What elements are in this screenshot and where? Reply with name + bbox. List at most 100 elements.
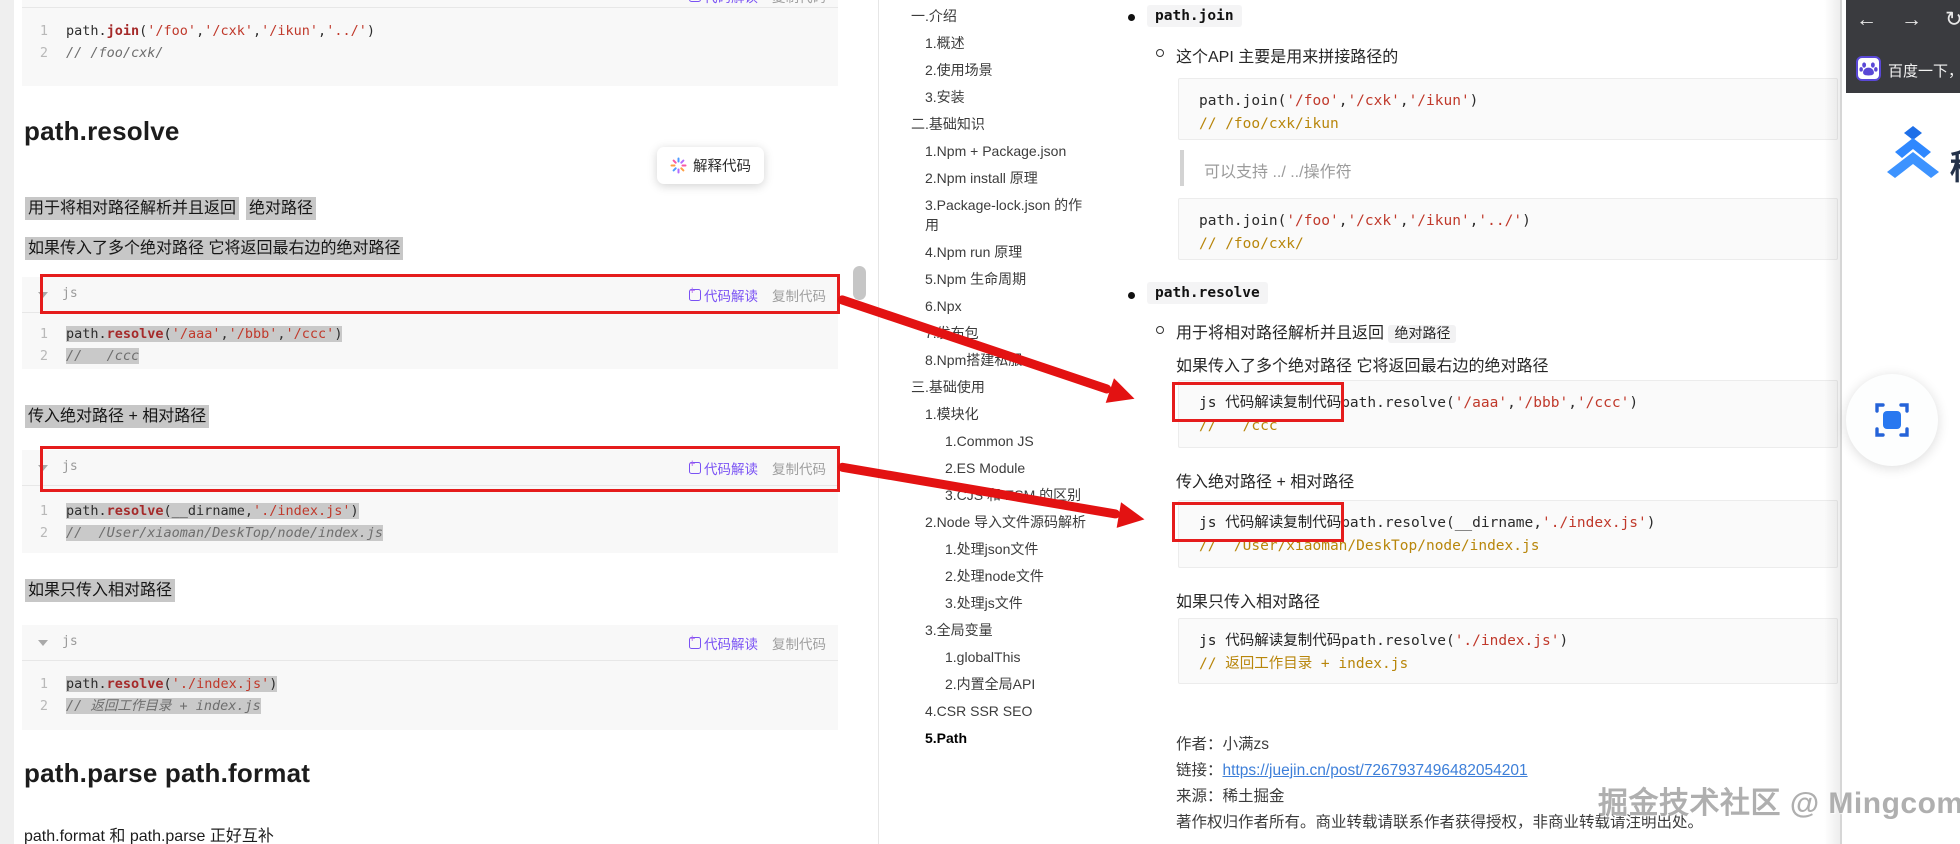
toc-item[interactable]: 1.模块化: [911, 404, 1091, 424]
juejin-post-link[interactable]: https://juejin.cn/post/72679374964820542…: [1223, 762, 1528, 779]
code-block-path-join: 代码解读 复制代码 1path.join('/foo','/cxk','/iku…: [22, 0, 838, 86]
code-lines: 1 path.join('/foo','/cxk','/ikun','../') 2…: [39, 23, 375, 61]
explain-code-tooltip[interactable]: 解释代码: [657, 147, 764, 184]
right-code-resolve-2: js 代码解读复制代码path.resolve(__dirname,'./ind…: [1178, 500, 1838, 568]
explain-code-button[interactable]: 代码解读: [689, 633, 758, 653]
toc-item[interactable]: 3.Package-lock.json 的作用: [911, 195, 1091, 235]
sparkle-icon: [670, 157, 687, 174]
code-lines: js 代码解读复制代码path.resolve('/aaa','/bbb','/…: [1199, 395, 1639, 434]
toc-item[interactable]: 4.Npm run 原理: [911, 242, 1091, 262]
collapse-caret-icon[interactable]: [38, 640, 48, 646]
inline-code-pill: 绝对路径: [1388, 325, 1457, 343]
copy-code-button[interactable]: 复制代码: [772, 633, 826, 653]
copy-code-button[interactable]: 复制代码: [772, 0, 826, 6]
toc-item[interactable]: 3.处理js文件: [911, 593, 1091, 613]
right-title-path-resolve: path.resolve: [1147, 282, 1268, 304]
sub-bullet-icon: [1156, 326, 1164, 334]
code-lines: path.join('/foo','/cxk','/ikun','../')//…: [1199, 213, 1531, 252]
copy-code-button[interactable]: 复制代码: [772, 285, 826, 305]
highlighted-text: 用于将相对路径解析并且返回: [25, 197, 240, 220]
toc-item[interactable]: 6.Npx: [911, 296, 1091, 316]
explain-code-button[interactable]: 代码解读: [689, 458, 758, 478]
code-block-toolbar: js 代码解读 复制代码: [22, 450, 838, 486]
right-code-join-2: path.join('/foo','/cxk','/ikun','../')//…: [1178, 198, 1838, 260]
code-block-toolbar: js 代码解读 复制代码: [22, 625, 838, 661]
collapse-caret-icon[interactable]: [38, 292, 48, 298]
toc-item[interactable]: 一.介绍: [911, 6, 1091, 26]
toc-list: 一.介绍 1.概述 2.使用场景 3.安装二.基础知识 1.Npm + Package.…: [911, 6, 1091, 755]
scan-icon: [1875, 403, 1909, 437]
toc-item[interactable]: 3.全局变量: [911, 620, 1091, 640]
toc-item[interactable]: 3.安装: [911, 87, 1091, 107]
para-abs-plus-rel: 传入绝对路径 + 相对路径: [25, 402, 210, 428]
code-lang-label: js: [62, 459, 78, 474]
para-resolve-desc: 用于将相对路径解析并且返回 绝对路径: [25, 194, 317, 220]
code-lang-label: js: [62, 286, 78, 301]
blockquote-text: 可以支持 ../ ../操作符: [1204, 164, 1352, 181]
tooltip-label: 解释代码: [693, 159, 751, 175]
heading-path-parse-format: path.parse path.format: [24, 758, 311, 788]
code-block-resolve-abs: js 代码解读 复制代码 1path.resolve('/aaa','/bbb'…: [22, 277, 838, 369]
watermark: 掘金技术社区 @ Mingcomity: [1598, 787, 1960, 820]
toc-item[interactable]: 二.基础知识: [911, 114, 1091, 134]
partial-site-name: 稀: [1950, 140, 1960, 189]
baidu-bookmark-label[interactable]: 百度一下，: [1888, 60, 1960, 81]
explain-code-button[interactable]: 代码解读: [689, 0, 758, 6]
left-pane-scrollbar-thumb[interactable]: [853, 266, 866, 300]
toc-item[interactable]: 2.内置全局API: [911, 674, 1091, 694]
code-block-resolve-dirname: js 代码解读 复制代码 1path.resolve(__dirname,'./…: [22, 450, 838, 553]
code-lang-label: js: [62, 634, 78, 649]
ai-explain-icon: [689, 0, 701, 2]
toc-item[interactable]: 4.CSR SSR SEO: [911, 701, 1091, 721]
toc-item[interactable]: 5.Path: [911, 728, 1091, 748]
toc-item[interactable]: 2.ES Module: [911, 458, 1091, 478]
copy-code-button[interactable]: 复制代码: [772, 458, 826, 478]
toc-item[interactable]: 1.概述: [911, 33, 1091, 53]
right-resolve-desc: 用于将相对路径解析并且返回 绝对路径: [1176, 319, 1457, 343]
forward-icon[interactable]: →: [1901, 8, 1922, 32]
reload-icon[interactable]: ↻: [1945, 8, 1960, 32]
explain-code-button[interactable]: 代码解读: [689, 285, 758, 305]
page-edge-shadow: [1824, 0, 1840, 844]
code-block-toolbar: js 代码解读 复制代码: [22, 277, 838, 313]
toc-item[interactable]: 2.使用场景: [911, 60, 1091, 80]
code-lines: 1 path.resolve('/aaa','/bbb','/ccc') 2// /…: [39, 326, 343, 364]
back-icon[interactable]: ←: [1856, 8, 1877, 32]
toc-item[interactable]: 1.Npm + Package.json: [911, 141, 1091, 161]
right-code-resolve-1: js 代码解读复制代码path.resolve('/aaa','/bbb','/…: [1178, 380, 1838, 448]
screenshot-scan-button[interactable]: [1846, 374, 1938, 466]
right-resolve-desc-2: 如果传入了多个绝对路径 它将返回最右边的绝对路径: [1176, 358, 1549, 375]
highlighted-text: 如果只传入相对路径: [25, 579, 176, 602]
juejin-logo-icon[interactable]: [1884, 124, 1942, 191]
heading-path-resolve: path.resolve: [24, 116, 180, 146]
code-lines: path.join('/foo','/cxk','/ikun')// /foo/…: [1199, 93, 1479, 132]
bullet-icon: [1128, 14, 1135, 21]
toc-item[interactable]: 1.globalThis: [911, 647, 1091, 667]
toc-item[interactable]: 三.基础使用: [911, 377, 1091, 397]
ai-explain-icon: [689, 633, 701, 649]
right-t2: 如果只传入相对路径: [1176, 594, 1321, 611]
toc-item[interactable]: 5.Npm 生命周期: [911, 269, 1091, 289]
toc-item[interactable]: 1.Common JS: [911, 431, 1091, 451]
code-block-toolbar-clipped: 代码解读 复制代码: [22, 0, 838, 8]
code-lines: 1 path.resolve('./index.js') 2// 返回工作目录 + …: [39, 676, 278, 714]
sub-bullet-icon: [1156, 49, 1164, 57]
code-block-resolve-rel: js 代码解读 复制代码 1path.resolve('./index.js')…: [22, 625, 838, 730]
right-t1: 传入绝对路径 + 相对路径: [1176, 474, 1355, 491]
left-page-margin: [0, 0, 14, 844]
page-divider: [1840, 0, 1842, 844]
toc-item[interactable]: 1.处理json文件: [911, 539, 1091, 559]
para-only-rel: 如果只传入相对路径: [25, 576, 176, 602]
toc-item[interactable]: 2.处理node文件: [911, 566, 1091, 586]
highlighted-text: 传入绝对路径 + 相对路径: [25, 405, 210, 428]
right-code-join-1: path.join('/foo','/cxk','/ikun')// /foo/…: [1178, 78, 1838, 140]
baidu-bookmark-icon[interactable]: [1856, 56, 1881, 81]
code-lines: 1 path.resolve(__dirname,'./index.js') 2//…: [39, 503, 383, 541]
toc-item[interactable]: 2.Node 导入文件源码解析: [911, 512, 1091, 532]
collapse-caret-icon[interactable]: [38, 465, 48, 471]
highlighted-text: 如果传入了多个绝对路径 它将返回最右边的绝对路径: [25, 237, 404, 260]
toc-item[interactable]: 2.Npm install 原理: [911, 168, 1091, 188]
right-code-resolve-3: js 代码解读复制代码path.resolve('./index.js')// …: [1178, 618, 1838, 684]
code-lines: js 代码解读复制代码path.resolve('./index.js')// …: [1199, 633, 1569, 672]
blockquote-bar: [1180, 150, 1184, 186]
